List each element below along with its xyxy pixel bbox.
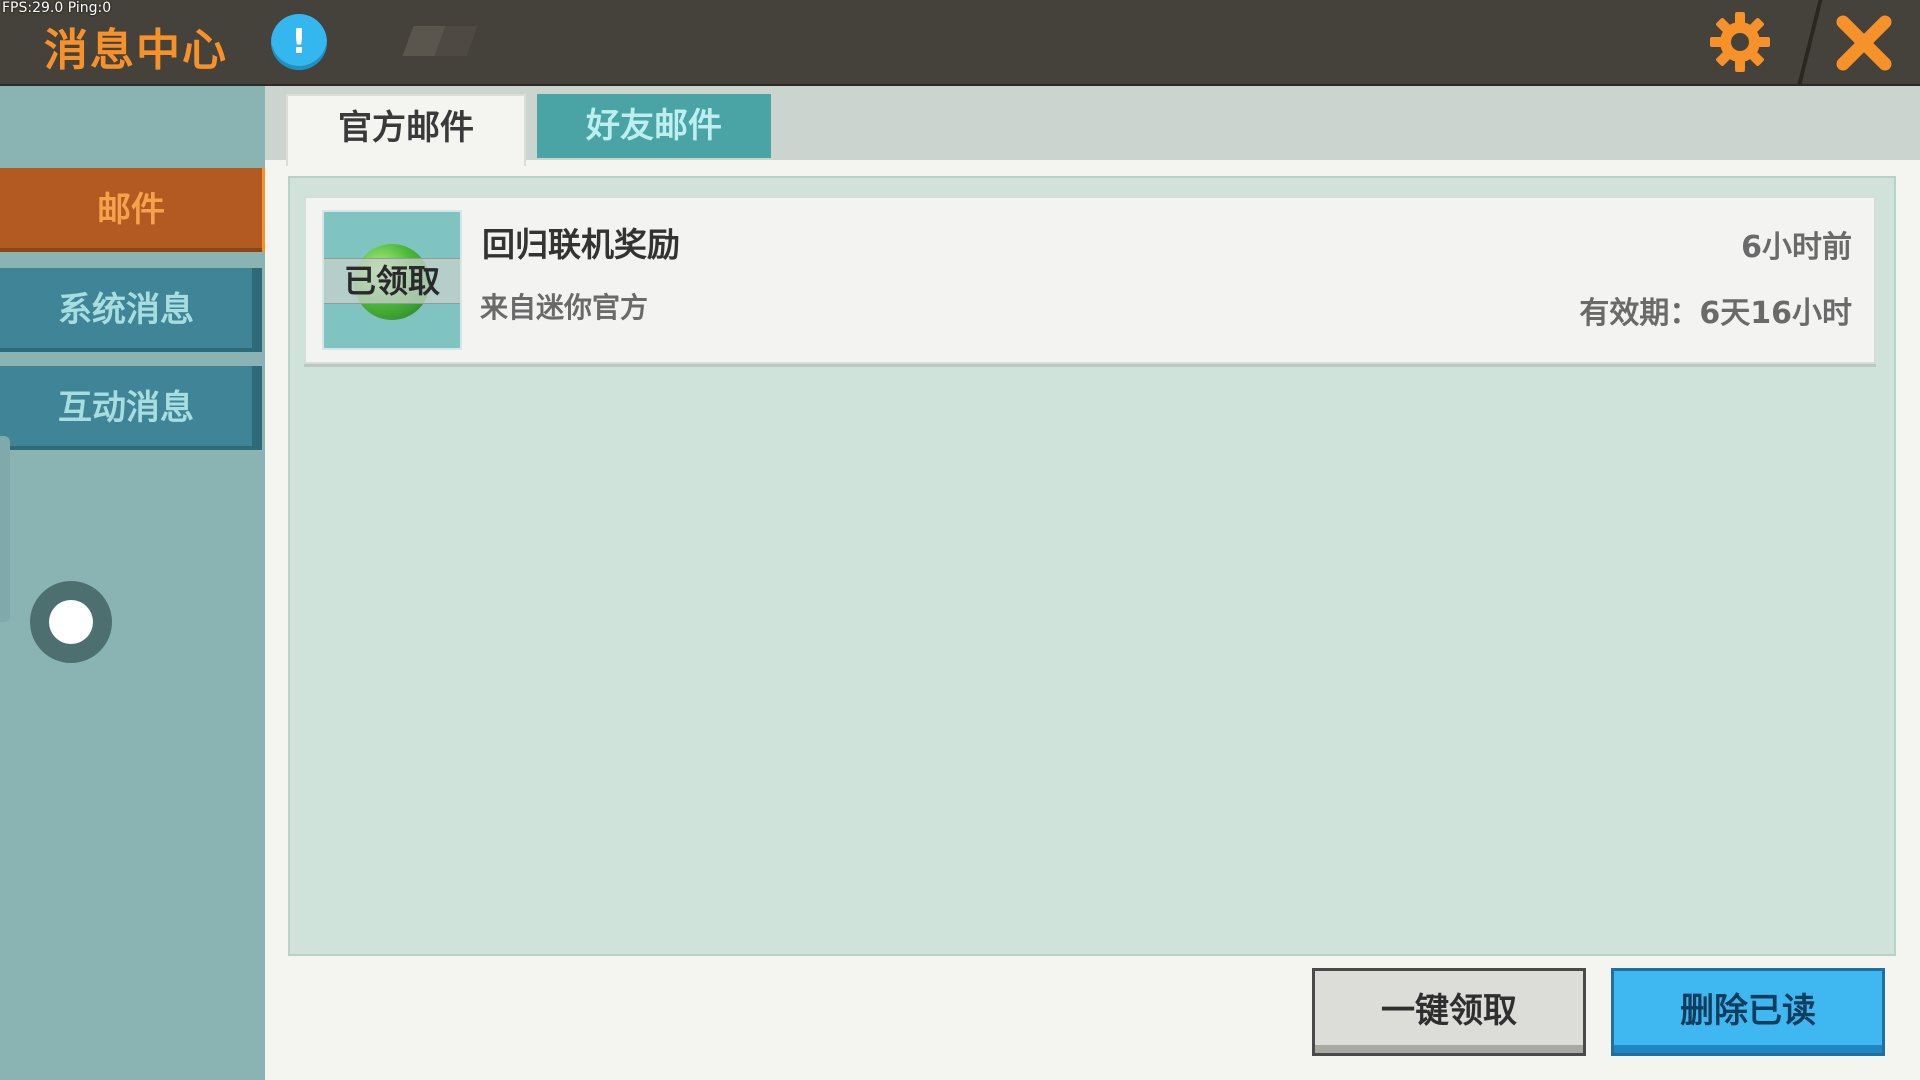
mail-timestamp: 6小时前 (1741, 230, 1852, 265)
tab-friend-mail[interactable]: 好友邮件 (537, 94, 771, 158)
page-title: 消息中心 (44, 25, 228, 76)
tab-official-mail[interactable]: 官方邮件 (286, 94, 526, 166)
sidebar-item-mail[interactable]: 邮件 (0, 168, 272, 252)
sidebar-item-system-messages[interactable]: 系统消息 (0, 268, 262, 352)
close-icon[interactable] (1833, 12, 1895, 74)
header-divider (1797, 0, 1823, 84)
top-bar: 消息中心 ! (0, 0, 1920, 86)
sidebar: 邮件 系统消息 互动消息 (0, 86, 272, 1080)
header-decoration (400, 22, 478, 62)
mail-expiry: 有效期：6天16小时 (1579, 296, 1852, 331)
green-orb-icon: 已领取 (322, 210, 462, 350)
delete-read-button[interactable]: 删除已读 (1611, 968, 1885, 1056)
sidebar-handle[interactable] (0, 436, 10, 622)
fps-readout: FPS:29.0 Ping:0 (2, 0, 112, 16)
mail-item[interactable]: 已领取 回归联机奖励 来自迷你官方 6小时前 有效期：6天16小时 (304, 196, 1876, 364)
mail-sender: 来自迷你官方 (480, 291, 649, 324)
mail-title: 回归联机奖励 (482, 225, 680, 264)
sidebar-item-interaction-messages[interactable]: 互动消息 (0, 366, 262, 450)
main-panel: 官方邮件 好友邮件 已领取 回归联机奖励 来自迷你官方 6小时前 有效期：6天1… (265, 86, 1920, 1080)
floating-toggle-button[interactable] (30, 581, 112, 663)
claim-all-button[interactable]: 一键领取 (1312, 968, 1586, 1056)
mail-list: 已领取 回归联机奖励 来自迷你官方 6小时前 有效期：6天16小时 (288, 176, 1896, 956)
claimed-badge: 已领取 (324, 258, 460, 304)
info-icon[interactable]: ! (271, 14, 327, 70)
gear-icon[interactable] (1708, 10, 1772, 74)
